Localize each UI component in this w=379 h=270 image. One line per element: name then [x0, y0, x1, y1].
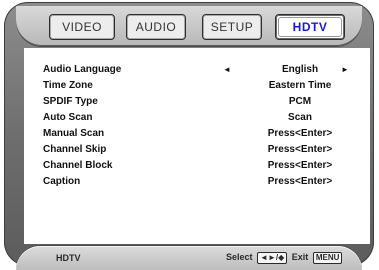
setting-value: PCM — [288, 96, 312, 107]
setting-value: English — [281, 64, 319, 75]
setting-row-audio-language[interactable]: Audio Language ◄ English ► — [24, 62, 370, 78]
setting-row-channel-skip[interactable]: Channel Skip Press<Enter> — [24, 142, 370, 158]
setting-label: Time Zone — [43, 80, 93, 91]
setting-row-time-zone[interactable]: Time Zone Eastern Time — [24, 78, 370, 94]
exit-label: Exit — [291, 252, 309, 262]
setting-label: Audio Language — [43, 64, 122, 75]
setting-row-auto-scan[interactable]: Auto Scan Scan — [24, 110, 370, 126]
tab-bar: VIDEO AUDIO SETUP HDTV — [16, 6, 362, 46]
select-keys-icon: ◄►/◆ — [257, 252, 288, 264]
setting-row-channel-block[interactable]: Channel Block Press<Enter> — [24, 158, 370, 174]
select-label: Select — [226, 252, 253, 262]
tab-setup[interactable]: SETUP — [202, 14, 262, 40]
menu-key-icon: MENU — [312, 252, 343, 264]
setting-value: Scan — [288, 112, 312, 123]
left-arrow-icon[interactable]: ◄ — [223, 62, 231, 78]
setting-label: Caption — [43, 176, 81, 187]
settings-panel: Audio Language ◄ English ► Time Zone Eas… — [24, 48, 370, 244]
setting-row-spdif-type[interactable]: SPDIF Type PCM — [24, 94, 370, 110]
right-arrow-icon[interactable]: ► — [341, 62, 349, 78]
footer-bar: HDTV Select ◄►/◆ Exit MENU — [16, 246, 362, 270]
setting-row-caption[interactable]: Caption Press<Enter> — [24, 174, 370, 190]
setting-value: Press<Enter> — [267, 176, 333, 187]
setting-label: Manual Scan — [43, 128, 105, 139]
setting-value: Press<Enter> — [267, 160, 333, 171]
setting-label: Channel Block — [43, 160, 113, 171]
osd-frame: VIDEO AUDIO SETUP HDTV Audio Language ◄ … — [4, 2, 374, 270]
setting-label: Auto Scan — [43, 112, 93, 123]
tab-hdtv[interactable]: HDTV — [275, 14, 345, 40]
footer-help: Select ◄►/◆ Exit MENU — [226, 252, 344, 264]
setting-value: Press<Enter> — [267, 128, 333, 139]
setting-row-manual-scan[interactable]: Manual Scan Press<Enter> — [24, 126, 370, 142]
tab-video[interactable]: VIDEO — [49, 14, 115, 40]
tab-audio[interactable]: AUDIO — [126, 14, 186, 40]
setting-value: Press<Enter> — [267, 144, 333, 155]
setting-label: Channel Skip — [43, 144, 107, 155]
setting-value: Eastern Time — [268, 80, 332, 91]
footer-title: HDTV — [56, 253, 81, 263]
setting-label: SPDIF Type — [43, 96, 98, 107]
